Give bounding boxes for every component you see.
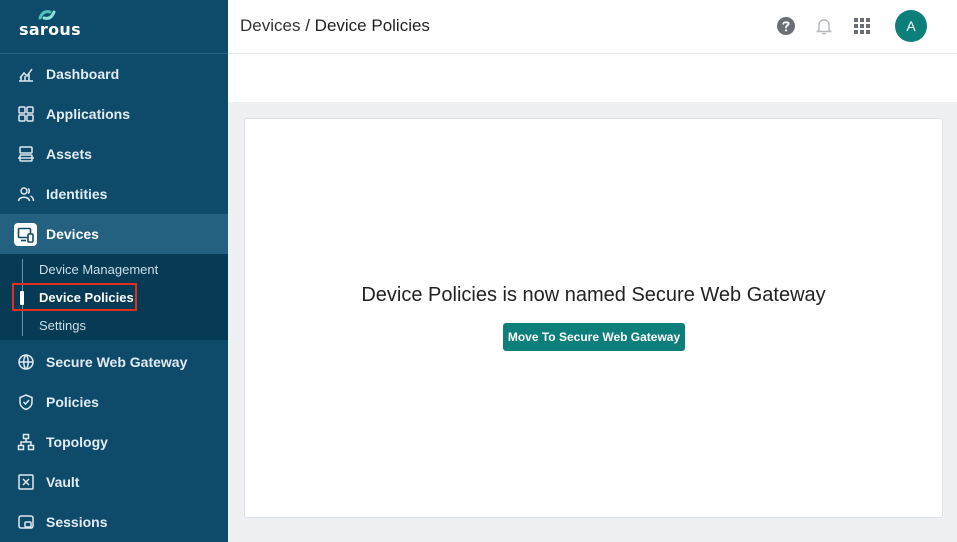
sidebar-item-vault[interactable]: Vault xyxy=(0,462,228,502)
sidebar-item-assets[interactable]: Assets xyxy=(0,134,228,174)
sidebar-item-label: Assets xyxy=(46,146,92,162)
rename-message: Device Policies is now named Secure Web … xyxy=(361,284,826,306)
sidebar-item-policies[interactable]: Policies xyxy=(0,382,228,422)
topology-icon xyxy=(17,433,35,451)
sidebar-item-topology[interactable]: Topology xyxy=(0,422,228,462)
breadcrumb-parent[interactable]: Devices xyxy=(240,16,300,35)
breadcrumb-current: Device Policies xyxy=(314,16,430,35)
highlight-box xyxy=(12,283,137,311)
move-to-swg-button[interactable]: Move To Secure Web Gateway xyxy=(503,323,685,351)
avatar[interactable]: A xyxy=(895,10,927,42)
bell-icon[interactable] xyxy=(814,16,834,36)
sidebar-item-label: Sessions xyxy=(46,514,108,530)
sidebar: sarous Dashboard Applications Assets Ide… xyxy=(0,0,228,542)
sidebar-item-label: Vault xyxy=(46,474,80,490)
sidebar-item-label: Topology xyxy=(46,434,108,450)
chart-icon xyxy=(19,68,33,82)
sidebar-item-label: Devices xyxy=(46,226,99,242)
subheader-bar xyxy=(228,54,957,102)
subnav-item-settings[interactable]: Settings xyxy=(39,318,86,333)
breadcrumb-separator: / xyxy=(305,16,310,35)
grid-icon xyxy=(18,106,34,122)
help-icon[interactable] xyxy=(776,16,796,36)
sessions-icon xyxy=(18,515,34,529)
sidebar-item-label: Applications xyxy=(46,106,131,122)
vault-icon xyxy=(18,474,34,490)
sidebar-item-sessions[interactable]: Sessions xyxy=(0,502,228,542)
sidebar-item-label: Dashboard xyxy=(46,66,120,82)
sidebar-item-label: Identities xyxy=(46,186,108,202)
shield-icon xyxy=(19,394,33,411)
server-icon xyxy=(18,146,34,162)
sidebar-item-dashboard[interactable]: Dashboard xyxy=(0,54,228,94)
sidebar-item-secure-web-gateway[interactable]: Secure Web Gateway xyxy=(0,342,228,382)
device-icon xyxy=(17,227,34,243)
sidebar-item-identities[interactable]: Identities xyxy=(0,174,228,214)
sidebar-item-label: Policies xyxy=(46,394,99,410)
logo-text: sarous xyxy=(19,20,81,39)
logo[interactable]: sarous xyxy=(0,0,228,54)
globe-icon xyxy=(18,354,34,370)
subnav-item-device-management[interactable]: Device Management xyxy=(39,262,158,277)
apps-grid-icon[interactable] xyxy=(852,16,872,36)
main-card: Device Policies is now named Secure Web … xyxy=(244,118,943,518)
sidebar-item-label: Secure Web Gateway xyxy=(46,354,188,370)
users-icon xyxy=(17,187,35,202)
top-header: Devices / Device Policies A xyxy=(228,0,957,54)
breadcrumb: Devices / Device Policies xyxy=(240,16,430,36)
sidebar-item-devices[interactable]: Devices xyxy=(0,214,228,254)
sidebar-item-applications[interactable]: Applications xyxy=(0,94,228,134)
